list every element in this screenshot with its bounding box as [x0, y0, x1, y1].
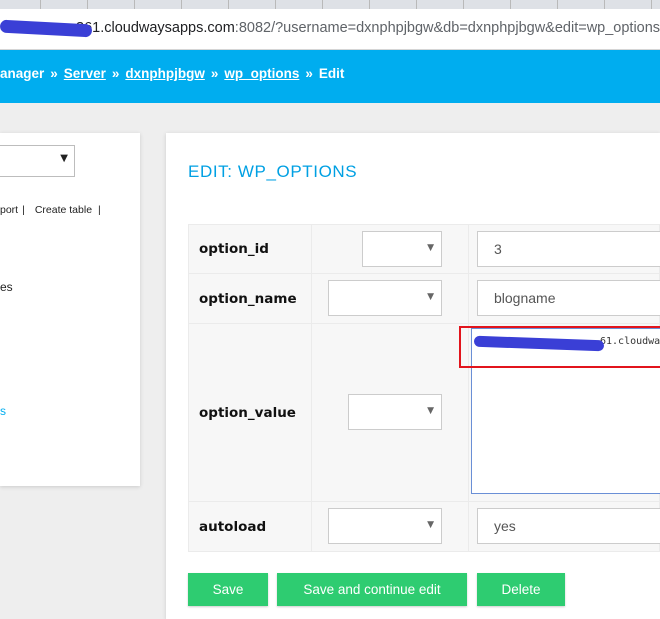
page-title: EDIT: WP_OPTIONS: [188, 162, 358, 181]
breadcrumb-server-link[interactable]: Server: [64, 66, 106, 81]
function-cell: ▼: [311, 273, 469, 324]
edit-form-table: option_id ▼ 3 option_name ▼ blogname opt: [188, 224, 660, 552]
breadcrumb-database-link[interactable]: dxnphpjbgw: [125, 66, 204, 81]
function-cell: ▼: [311, 224, 469, 274]
breadcrumb: anager » Server » dxnphpjbgw » wp_options » Edit: [0, 66, 344, 81]
save-button[interactable]: Save: [188, 573, 268, 606]
url-path: :8082/?username=dxnphpjbgw&db=dxnphpjbgw…: [234, 20, 660, 36]
option-id-input[interactable]: 3: [477, 231, 660, 267]
breadcrumb-current: Edit: [318, 66, 345, 81]
highlight-box: [459, 326, 660, 368]
table-row: option_value ▼ 61.cloudway: [188, 323, 660, 502]
link-separator: |: [22, 204, 25, 216]
value-cell: blogname: [468, 273, 660, 324]
value-cell: 61.cloudway: [459, 323, 660, 502]
field-label-option-value: option_value: [188, 323, 312, 502]
dropdown-arrow-icon: ▼: [60, 153, 68, 164]
edit-panel: EDIT: WP_OPTIONS option_id ▼ 3 option_na…: [166, 133, 660, 619]
autoload-input[interactable]: yes: [477, 508, 660, 544]
function-select[interactable]: ▼: [328, 280, 442, 316]
url-host: 361.cloudwaysapps.com: [76, 20, 235, 36]
sidebar-text: es: [0, 280, 13, 294]
left-sidebar: ▼ port | Create table | es s: [0, 133, 140, 486]
table-row: autoload ▼ yes: [188, 501, 660, 552]
field-label-option-name: option_name: [188, 273, 312, 324]
function-cell: ▼: [311, 501, 469, 552]
link-separator: |: [98, 204, 101, 216]
function-select[interactable]: ▼: [348, 394, 442, 430]
sidebar-links: port | Create table |: [0, 204, 101, 216]
option-name-input[interactable]: blogname: [477, 280, 660, 316]
dropdown-arrow-icon: ▼: [427, 520, 434, 530]
save-and-continue-button[interactable]: Save and continue edit: [277, 573, 467, 606]
breadcrumb-separator: »: [305, 66, 313, 81]
database-select[interactable]: ▼: [0, 145, 75, 177]
url-text[interactable]: 361.cloudwaysapps.com:8082/?username=dxn…: [0, 20, 660, 36]
breadcrumb-manager[interactable]: anager: [0, 66, 44, 81]
breadcrumb-separator: »: [50, 66, 58, 81]
sidebar-link[interactable]: s: [0, 404, 6, 418]
function-select[interactable]: ▼: [362, 231, 442, 267]
create-table-link[interactable]: Create table: [35, 204, 92, 216]
export-link[interactable]: port: [0, 204, 18, 216]
value-cell: yes: [468, 501, 660, 552]
value-cell: 3: [468, 224, 660, 274]
breadcrumb-separator: »: [210, 66, 219, 81]
address-bar[interactable]: 361.cloudwaysapps.com:8082/?username=dxn…: [0, 9, 660, 50]
field-label-autoload: autoload: [188, 501, 312, 552]
delete-button[interactable]: Delete: [477, 573, 565, 606]
app-header: anager » Server » dxnphpjbgw » wp_options » Edit: [0, 50, 660, 103]
dropdown-arrow-icon: ▼: [427, 406, 434, 416]
table-row: option_name ▼ blogname: [188, 273, 660, 324]
function-select[interactable]: ▼: [328, 508, 442, 544]
breadcrumb-separator: »: [111, 66, 120, 81]
table-row: option_id ▼ 3: [188, 224, 660, 274]
dropdown-arrow-icon: ▼: [427, 292, 434, 302]
field-label-option-id: option_id: [188, 224, 312, 274]
function-cell: ▼: [311, 323, 469, 502]
dropdown-arrow-icon: ▼: [427, 243, 434, 253]
breadcrumb-table-link[interactable]: wp_options: [224, 66, 299, 81]
